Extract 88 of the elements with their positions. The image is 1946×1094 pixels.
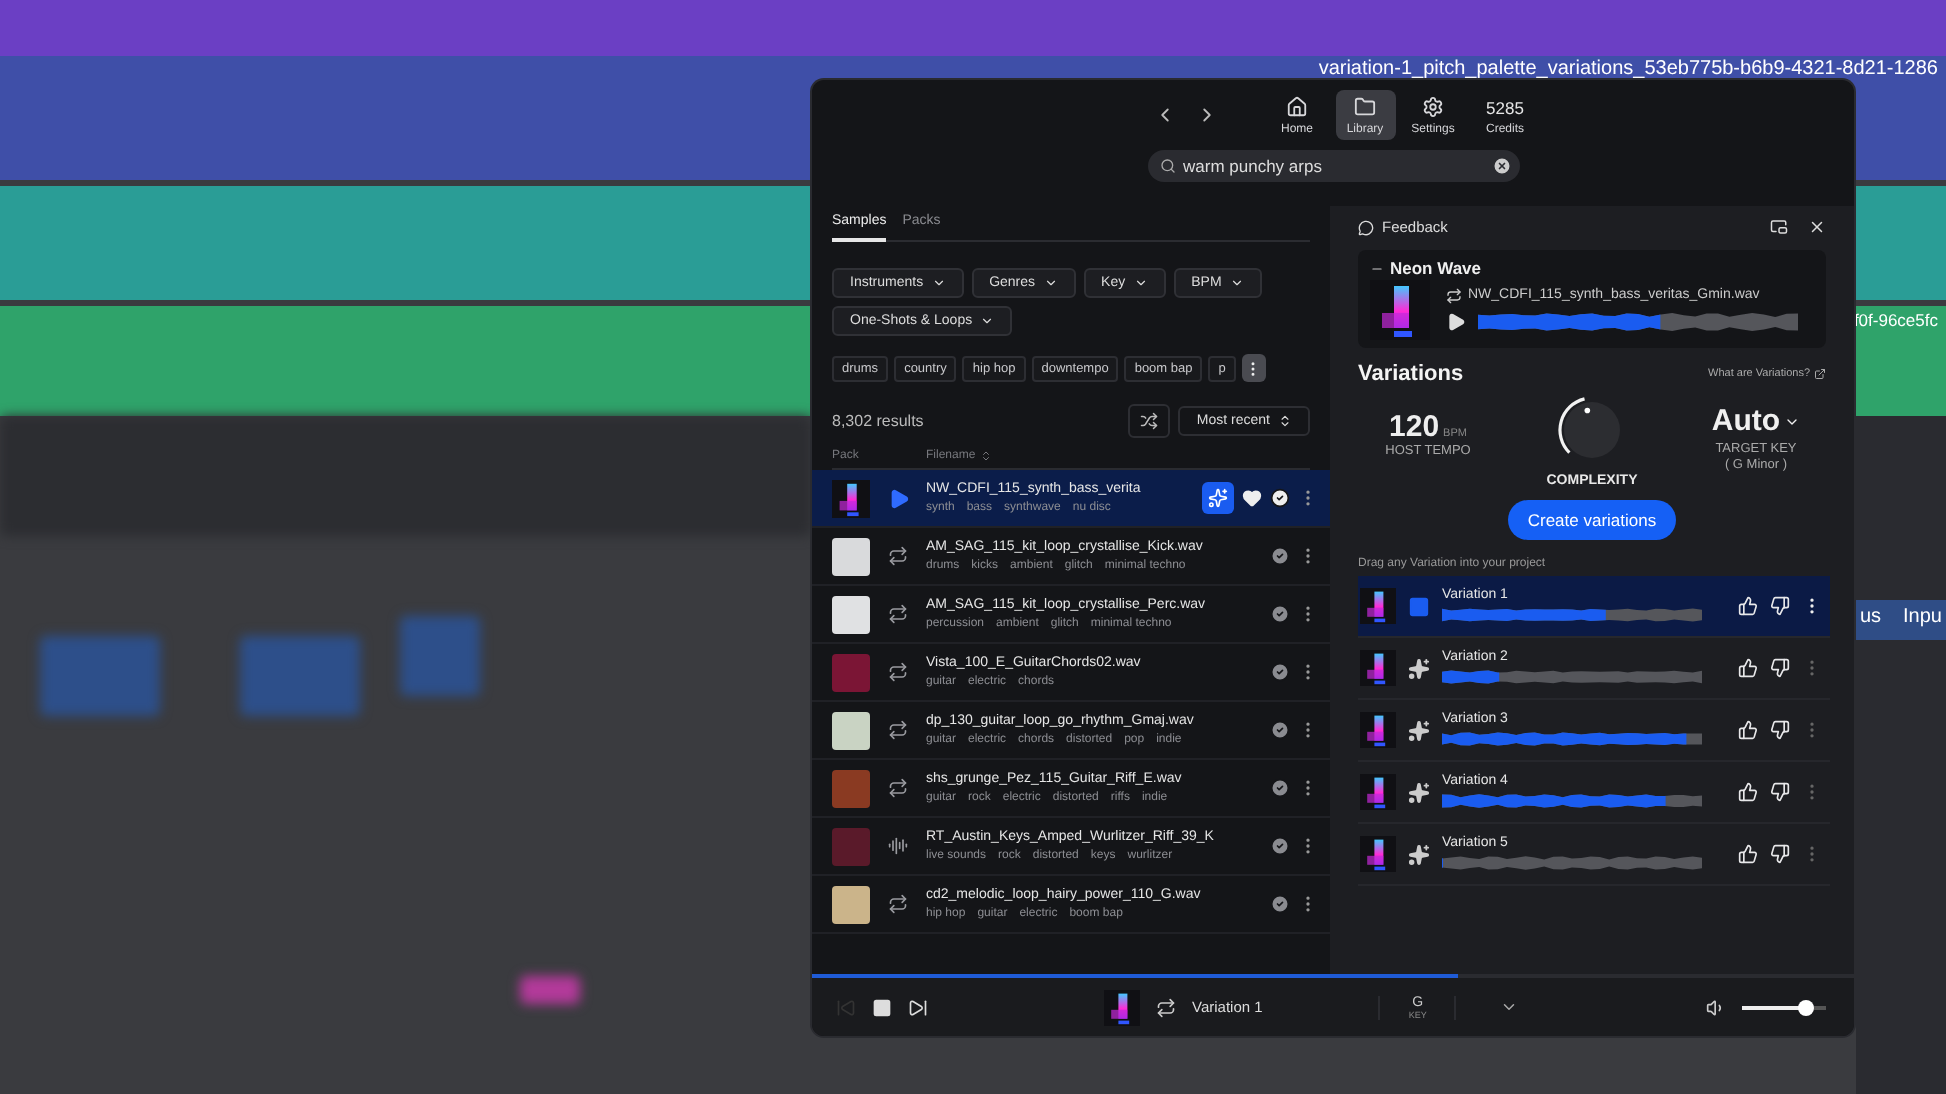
chevron-down-icon bbox=[1133, 276, 1148, 290]
thumbs-down-icon[interactable] bbox=[1770, 782, 1790, 802]
cover-image bbox=[832, 711, 870, 749]
album-art-icon bbox=[1360, 836, 1396, 872]
chevron-down-icon bbox=[1229, 276, 1244, 290]
thumbs-down-icon[interactable] bbox=[1770, 596, 1790, 616]
pack-name: Neon Wave bbox=[1390, 258, 1482, 278]
track-label: us bbox=[1860, 606, 1882, 632]
shuffle-icon bbox=[1140, 412, 1159, 430]
album-art-icon bbox=[1360, 774, 1396, 810]
sparkle-icon bbox=[1208, 488, 1228, 508]
home-icon[interactable] bbox=[1286, 96, 1308, 118]
loop-icon bbox=[1446, 287, 1462, 303]
next-icon[interactable] bbox=[908, 997, 928, 1017]
waveform[interactable] bbox=[1442, 730, 1702, 748]
clear-icon[interactable] bbox=[1491, 156, 1511, 176]
thumbs-up-icon[interactable] bbox=[1738, 596, 1758, 616]
chevron-down-icon bbox=[1043, 276, 1058, 290]
blurred-clip bbox=[40, 636, 160, 716]
check-icon[interactable] bbox=[1270, 546, 1290, 566]
loop-icon bbox=[888, 778, 908, 798]
chevron-down-icon bbox=[980, 314, 995, 328]
folder-icon[interactable] bbox=[1354, 96, 1376, 118]
check-icon[interactable] bbox=[1270, 488, 1290, 508]
loop-icon bbox=[888, 604, 908, 624]
loop-icon bbox=[888, 720, 908, 740]
check-icon[interactable] bbox=[1270, 720, 1290, 740]
thumbs-up-icon[interactable] bbox=[1738, 844, 1758, 864]
sparkle-button[interactable] bbox=[1202, 482, 1234, 514]
waveform[interactable] bbox=[1442, 792, 1702, 810]
heart-icon[interactable] bbox=[1242, 488, 1262, 508]
clip-title: f0f-96ce5fc bbox=[1853, 310, 1938, 330]
sparkle-icon[interactable] bbox=[1408, 657, 1430, 679]
cover-image bbox=[832, 537, 870, 575]
cover-image bbox=[832, 885, 870, 923]
volume-icon[interactable] bbox=[1706, 997, 1726, 1017]
thumbs-up-icon[interactable] bbox=[1738, 720, 1758, 740]
dropdown-icon[interactable] bbox=[1500, 998, 1519, 1016]
search-icon bbox=[1159, 158, 1175, 174]
waveform-icon bbox=[888, 836, 908, 856]
check-icon[interactable] bbox=[1270, 778, 1290, 798]
album-art-icon bbox=[832, 479, 870, 517]
settings-icon[interactable] bbox=[1422, 96, 1444, 118]
sparkle-icon[interactable] bbox=[1408, 781, 1430, 803]
waveform[interactable] bbox=[1442, 606, 1702, 624]
loop-icon bbox=[888, 662, 908, 682]
loop-icon bbox=[1156, 997, 1176, 1017]
loop-icon bbox=[888, 894, 908, 914]
waveform[interactable] bbox=[1442, 668, 1702, 686]
cover-image bbox=[832, 595, 870, 633]
loop-icon bbox=[888, 546, 908, 566]
close-icon[interactable] bbox=[1808, 218, 1826, 236]
cover-image bbox=[832, 827, 870, 865]
clip-title: variation-1_pitch_palette_variations_53eb775b-b6b9-4321-8d21-1286 bbox=[1318, 58, 1938, 80]
thumbs-down-icon[interactable] bbox=[1770, 720, 1790, 740]
check-icon[interactable] bbox=[1270, 662, 1290, 682]
popout-icon[interactable] bbox=[1770, 218, 1788, 236]
chevron-down-icon bbox=[931, 276, 946, 290]
album-art-icon bbox=[1360, 712, 1396, 748]
feedback-icon[interactable] bbox=[1358, 219, 1374, 235]
sort-icon bbox=[1278, 414, 1292, 428]
check-icon[interactable] bbox=[1270, 836, 1290, 856]
shuffle-button[interactable] bbox=[1128, 404, 1171, 438]
sparkle-icon[interactable] bbox=[1408, 719, 1430, 741]
section-title: Variations bbox=[1358, 362, 1464, 386]
track-label: Inpu bbox=[1903, 606, 1942, 632]
sparkle-icon[interactable] bbox=[1408, 843, 1430, 865]
album-art-icon bbox=[1104, 989, 1140, 1025]
target-key-select[interactable]: Auto bbox=[1711, 406, 1801, 436]
more-button[interactable] bbox=[1241, 354, 1266, 382]
check-icon[interactable] bbox=[1270, 894, 1290, 914]
blurred-clip bbox=[520, 976, 580, 1004]
thumbs-down-icon[interactable] bbox=[1770, 844, 1790, 864]
cover-image bbox=[832, 653, 870, 691]
create-variations-button[interactable]: Create variations bbox=[1507, 500, 1677, 540]
thumbs-up-icon[interactable] bbox=[1738, 658, 1758, 678]
search-field[interactable]: warm punchy arps bbox=[1147, 150, 1519, 182]
results-count: 8,302 results bbox=[832, 412, 926, 430]
album-art-icon bbox=[1360, 588, 1396, 624]
blurred-clip bbox=[240, 636, 360, 716]
check-icon[interactable] bbox=[1270, 604, 1290, 624]
blurred-clip bbox=[400, 616, 480, 696]
external-link-icon bbox=[1814, 368, 1826, 380]
thumbs-down-icon[interactable] bbox=[1770, 658, 1790, 678]
album-art-icon bbox=[1360, 650, 1396, 686]
thumbs-up-icon[interactable] bbox=[1738, 782, 1758, 802]
cover-image bbox=[832, 769, 870, 807]
waveform[interactable] bbox=[1478, 309, 1798, 333]
